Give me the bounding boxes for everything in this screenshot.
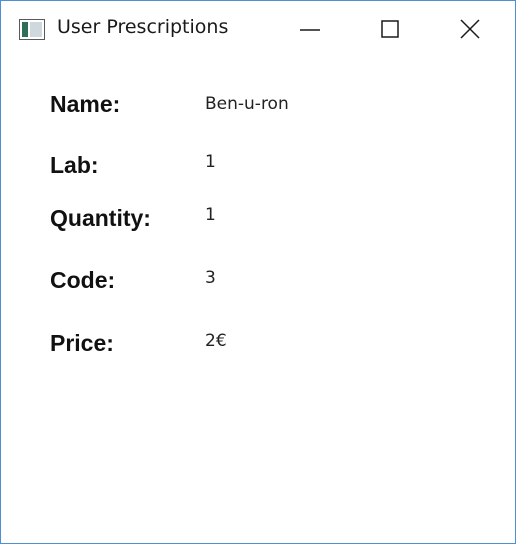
price-label: Price:	[50, 330, 114, 356]
close-icon	[460, 19, 480, 39]
maximize-button[interactable]	[361, 1, 419, 57]
quantity-label: Quantity:	[50, 205, 151, 231]
app-window-icon	[19, 19, 45, 40]
title-bar[interactable]: User Prescriptions	[1, 1, 515, 57]
name-value: Ben-u-ron	[205, 94, 289, 114]
prescriptions-window: User Prescriptions Name: Ben-u-ron Lab: …	[0, 0, 516, 544]
maximize-icon	[381, 20, 399, 38]
window-title: User Prescriptions	[57, 16, 229, 38]
code-value: 3	[205, 268, 216, 288]
code-label: Code:	[50, 267, 116, 293]
close-button[interactable]	[441, 1, 499, 57]
name-label: Name:	[50, 91, 121, 117]
lab-label: Lab:	[50, 152, 99, 178]
minimize-button[interactable]	[281, 1, 339, 57]
lab-value: 1	[205, 152, 216, 172]
prescription-details: Name: Ben-u-ron Lab: 1 Quantity: 1 Code:…	[1, 57, 515, 543]
price-value: 2€	[205, 331, 227, 351]
minimize-icon	[300, 29, 320, 31]
quantity-value: 1	[205, 205, 216, 225]
